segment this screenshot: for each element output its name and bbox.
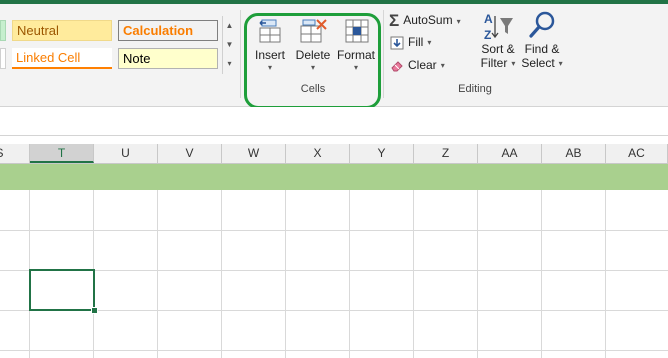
formula-bar[interactable] [0, 107, 668, 136]
column-header-active[interactable]: T [30, 144, 94, 163]
editing-group-label: Editing [458, 83, 492, 95]
sigma-icon: Σ [389, 11, 400, 30]
find-select-label-2: Select ▾ [520, 56, 564, 70]
filled-row-band[interactable] [0, 164, 668, 190]
column-header[interactable]: W [222, 144, 286, 163]
clear-label: Clear [408, 58, 437, 72]
sort-filter-button[interactable]: A Z Sort & Filter ▾ [478, 10, 518, 72]
fill-down-icon [390, 36, 404, 50]
sort-filter-label-1: Sort & [481, 42, 515, 56]
chevron-down-icon: ▾ [456, 16, 461, 26]
sort-filter-icon: A Z [484, 12, 513, 42]
column-header[interactable]: AB [542, 144, 606, 163]
svg-text:Z: Z [484, 28, 491, 42]
style-swatch-partial[interactable] [0, 48, 6, 69]
grid-line [349, 190, 350, 358]
sort-filter-label-2: Filter ▾ [478, 56, 518, 70]
chevron-down-icon: ▾ [558, 59, 563, 69]
find-select-label-1: Find & [524, 42, 560, 56]
gallery-up-icon[interactable]: ▲ [223, 16, 236, 35]
column-header[interactable]: S [0, 144, 30, 163]
cells-group-highlight [244, 13, 381, 109]
fill-handle[interactable] [91, 307, 98, 314]
grid-line [541, 190, 542, 358]
grid-line [157, 190, 158, 358]
style-calculation[interactable]: Calculation [118, 20, 218, 41]
grid-line [413, 190, 414, 358]
gallery-down-icon[interactable]: ▼ [223, 35, 236, 54]
column-header[interactable]: U [94, 144, 158, 163]
column-header[interactable]: AC [606, 144, 668, 163]
fill-button[interactable]: Fill ▾ [390, 35, 431, 50]
grid-line [605, 190, 606, 358]
fill-label: Fill [408, 35, 424, 49]
grid-line [0, 230, 668, 231]
grid-line [285, 190, 286, 358]
sort-filter-label-2-text: Filter [480, 56, 508, 70]
gallery-more-icon[interactable]: ▾ [223, 54, 236, 73]
grid-line [0, 310, 668, 311]
grid-line [221, 190, 222, 358]
column-header[interactable]: X [286, 144, 350, 163]
eraser-icon [391, 61, 403, 72]
column-header[interactable]: V [158, 144, 222, 163]
svg-text:A: A [484, 12, 493, 26]
style-neutral[interactable]: Neutral [12, 20, 112, 41]
grid-line [0, 270, 668, 271]
find-select-button[interactable]: Find & Select ▾ [520, 10, 564, 72]
clear-button[interactable]: Clear ▾ [390, 58, 445, 73]
find-select-label-2-text: Select [521, 56, 555, 70]
column-header-row: S T U V W X Y Z AA AB AC [0, 144, 668, 164]
style-linked-cell[interactable]: Linked Cell [12, 48, 112, 69]
style-note[interactable]: Note [118, 48, 218, 69]
selected-cell[interactable] [29, 269, 95, 311]
column-header[interactable]: Z [414, 144, 478, 163]
ribbon: Neutral Linked Cell Calculation Note ▲ ▼… [0, 4, 668, 109]
grid-line [0, 350, 668, 351]
style-good-swatch[interactable] [0, 20, 6, 41]
column-header[interactable]: Y [350, 144, 414, 163]
group-separator [383, 10, 384, 98]
autosum-label: AutoSum [403, 13, 453, 28]
chevron-down-icon: ▾ [427, 38, 432, 48]
grid-line [477, 190, 478, 358]
styles-gallery-scroller: ▲ ▼ ▾ [222, 16, 236, 74]
worksheet-grid[interactable] [0, 190, 668, 358]
column-header[interactable]: AA [478, 144, 542, 163]
magnifier-icon [529, 11, 555, 38]
chevron-down-icon: ▾ [440, 61, 445, 71]
chevron-down-icon: ▾ [511, 59, 516, 69]
group-separator [240, 10, 241, 98]
autosum-button[interactable]: Σ AutoSum ▾ [389, 11, 461, 31]
